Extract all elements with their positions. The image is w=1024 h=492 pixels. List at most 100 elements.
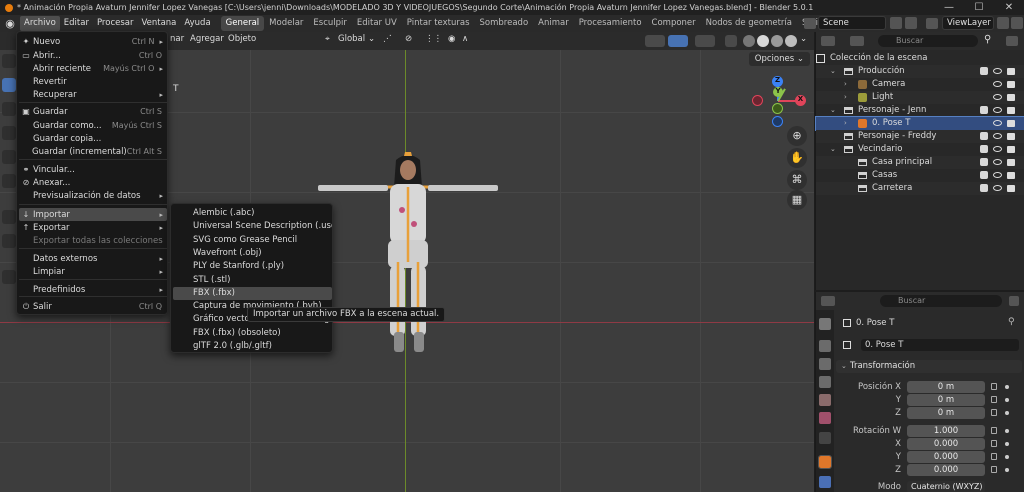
render-camera-icon[interactable] xyxy=(1007,185,1015,192)
include-checkbox[interactable] xyxy=(980,67,988,75)
include-checkbox[interactable] xyxy=(980,184,988,192)
workspace-tab-sombreado[interactable]: Sombreado xyxy=(475,16,534,31)
scene-tab-icon[interactable] xyxy=(819,394,831,406)
gizmo-z-icon[interactable]: Z xyxy=(772,76,783,87)
properties-editor-type-icon[interactable] xyxy=(821,296,835,306)
gizmo-neg-z-icon[interactable] xyxy=(772,116,783,127)
object-data-icon[interactable] xyxy=(843,341,851,349)
eye-icon[interactable] xyxy=(993,172,1002,178)
file-menu-item-abrir-reciente[interactable]: Abrir reciente Mayús Ctrl O ▸ xyxy=(19,62,167,75)
gizmo-y-icon[interactable]: Y xyxy=(773,87,783,97)
rotation-z-field[interactable]: 0.000 xyxy=(907,464,985,476)
outliner-row-personaje-jenn[interactable]: ⌄ Personaje - Jenn xyxy=(816,104,1024,117)
location-y-field[interactable]: 0 m xyxy=(907,394,985,406)
outliner-row-pose-t[interactable]: › 0. Pose T xyxy=(815,116,1024,131)
view-layer-icon[interactable] xyxy=(926,18,938,29)
scale-tool-icon[interactable] xyxy=(2,150,16,164)
shading-solid-icon[interactable] xyxy=(757,35,769,47)
view-layer-selector[interactable]: ViewLayer xyxy=(942,16,994,30)
render-camera-icon[interactable] xyxy=(1007,120,1015,127)
outliner-row-personaje-freddy[interactable]: Personaje - Freddy xyxy=(816,130,1024,143)
viewport-menu-agregar[interactable]: Agregar xyxy=(190,34,224,44)
eye-icon[interactable] xyxy=(993,146,1002,152)
render-camera-icon[interactable] xyxy=(1007,172,1015,179)
outliner-row-vecindario[interactable]: ⌄ Vecindario xyxy=(816,143,1024,156)
lock-icon[interactable] xyxy=(991,453,997,460)
menu-archivo[interactable]: Archivo xyxy=(20,16,60,31)
eye-icon[interactable] xyxy=(993,94,1002,100)
delete-scene-icon[interactable] xyxy=(905,17,917,29)
import-item-ply[interactable]: PLY de Stanford (.ply) xyxy=(173,260,332,273)
eye-icon[interactable] xyxy=(993,68,1002,74)
outliner-search-input[interactable]: Buscar xyxy=(878,35,978,47)
camera-view-icon[interactable]: ⌘ xyxy=(787,170,807,190)
object-name-field[interactable]: 0. Pose T xyxy=(861,339,1019,351)
workspace-tab-procesamiento[interactable]: Procesamiento xyxy=(574,16,647,31)
file-menu-item-predefinidos[interactable]: Predefinidos ▸ xyxy=(19,283,167,296)
file-menu-item-recuperar[interactable]: Recuperar ▸ xyxy=(19,88,167,101)
menu-procesar[interactable]: Procesar xyxy=(93,16,138,31)
gizmo-x-icon[interactable]: X xyxy=(795,95,806,106)
outliner-row-casa-principal[interactable]: Casa principal xyxy=(816,156,1024,169)
output-tab-icon[interactable] xyxy=(819,358,831,370)
import-item-stl[interactable]: STL (.stl) xyxy=(173,274,332,287)
visibility-toggle-icon[interactable] xyxy=(645,35,665,47)
workspace-tab-esculpir[interactable]: Esculpir xyxy=(308,16,351,31)
keyframe-dot-icon[interactable] xyxy=(1005,442,1009,446)
eye-icon[interactable] xyxy=(993,133,1002,139)
rotation-w-field[interactable]: 1.000 xyxy=(907,425,985,437)
character-model[interactable] xyxy=(318,152,498,372)
rotation-y-field[interactable]: 0.000 xyxy=(907,451,985,463)
pin-icon[interactable]: ⚲ xyxy=(1008,317,1015,327)
pan-hand-icon[interactable]: ✋ xyxy=(787,148,807,168)
rotation-mode-dropdown[interactable]: Cuaternio (WXYZ) xyxy=(907,481,985,492)
collection-tab-icon[interactable] xyxy=(819,432,831,444)
eye-icon[interactable] xyxy=(993,185,1002,191)
outliner-row-carretera[interactable]: Carretera xyxy=(816,182,1024,195)
outliner-row-casas[interactable]: Casas xyxy=(816,169,1024,182)
outliner-row-produccion[interactable]: ⌄ Producción xyxy=(816,65,1024,78)
properties-options-icon[interactable] xyxy=(1009,296,1019,306)
eye-icon[interactable] xyxy=(993,159,1002,165)
eye-icon[interactable] xyxy=(993,107,1002,113)
file-menu-item-guardar-como[interactable]: Guardar como... Mayús Ctrl S xyxy=(19,119,167,132)
overlay-toggle-icon[interactable] xyxy=(695,35,715,47)
annotate-tool-icon[interactable] xyxy=(2,210,16,224)
include-checkbox[interactable] xyxy=(980,145,988,153)
import-item-gltf[interactable]: glTF 2.0 (.glb/.gltf) xyxy=(173,340,332,353)
shading-options-chevron-icon[interactable]: ⌄ xyxy=(800,34,807,44)
render-camera-icon[interactable] xyxy=(1007,133,1015,140)
file-menu-item-importar[interactable]: ↓ Importar ▸ xyxy=(19,208,167,221)
import-item-usd[interactable]: Universal Scene Description (.usd*) xyxy=(173,220,332,233)
workspace-tab-componer[interactable]: Componer xyxy=(647,16,701,31)
file-menu-item-revertir[interactable]: Revertir xyxy=(19,75,167,88)
menu-ayuda[interactable]: Ayuda xyxy=(180,16,214,31)
workspace-tab-pintar-texturas[interactable]: Pintar texturas xyxy=(402,16,475,31)
keyframe-dot-icon[interactable] xyxy=(1005,429,1009,433)
keyframe-dot-icon[interactable] xyxy=(1005,455,1009,459)
snap-options-icon[interactable]: ⋮⋮ xyxy=(425,34,442,44)
xray-toggle-icon[interactable] xyxy=(725,35,737,47)
new-collection-icon[interactable] xyxy=(1006,36,1018,46)
viewport-menu-seleccionar[interactable]: nar xyxy=(170,34,184,44)
outliner-row-scene-collection[interactable]: Colección de la escena xyxy=(816,52,1024,65)
workspace-tab-animar[interactable]: Animar xyxy=(533,16,574,31)
view-layer-tab-icon[interactable] xyxy=(819,376,831,388)
pivot-point-icon[interactable]: ⋰ xyxy=(383,34,392,44)
file-menu-item-vincular[interactable]: ⚭ Vincular... xyxy=(19,163,167,176)
properties-search-input[interactable]: Buscar xyxy=(880,295,1002,307)
file-menu-item-anexar[interactable]: ⊘ Anexar... xyxy=(19,176,167,189)
render-camera-icon[interactable] xyxy=(1007,107,1015,114)
delete-view-layer-icon[interactable] xyxy=(1011,17,1023,29)
gizmo-toggle-icon[interactable] xyxy=(668,35,688,47)
new-scene-icon[interactable] xyxy=(890,17,902,29)
menu-ventana[interactable]: Ventana xyxy=(137,16,180,31)
chevron-down-icon[interactable]: ⌄ xyxy=(830,145,836,153)
new-view-layer-icon[interactable] xyxy=(997,17,1009,29)
file-menu-item-limpiar[interactable]: Limpiar ▸ xyxy=(19,265,167,278)
snap-icon[interactable]: ⊘ xyxy=(405,34,412,44)
lock-icon[interactable] xyxy=(991,409,997,416)
location-z-field[interactable]: 0 m xyxy=(907,407,985,419)
keyframe-dot-icon[interactable] xyxy=(1005,468,1009,472)
keyframe-dot-icon[interactable] xyxy=(1005,398,1009,402)
